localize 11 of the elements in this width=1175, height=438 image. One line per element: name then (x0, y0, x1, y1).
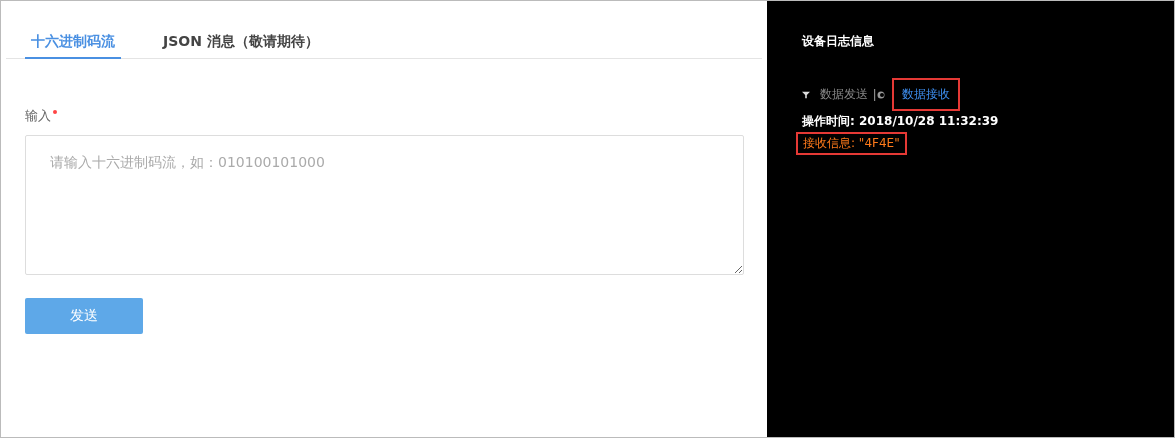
log-time: 操作时间: 2018/10/28 11:32:39 (802, 113, 999, 130)
tab[interactable]: JSON 消息（敬请期待） (163, 31, 319, 59)
filter-icon (802, 90, 810, 99)
panel-title: 设备日志信息 (802, 33, 875, 50)
separator-icon (874, 87, 886, 102)
field-label: 输入 (25, 107, 51, 125)
filter-link[interactable]: 数据接收 (892, 78, 960, 111)
tab[interactable]: 十六进制码流 (25, 31, 121, 59)
log-message: 接收信息: "4F4E" (796, 132, 907, 155)
filter-link[interactable]: 数据发送 (820, 82, 868, 107)
input-field[interactable]: 请输入十六进制码流，如：010100101000 (25, 135, 744, 275)
